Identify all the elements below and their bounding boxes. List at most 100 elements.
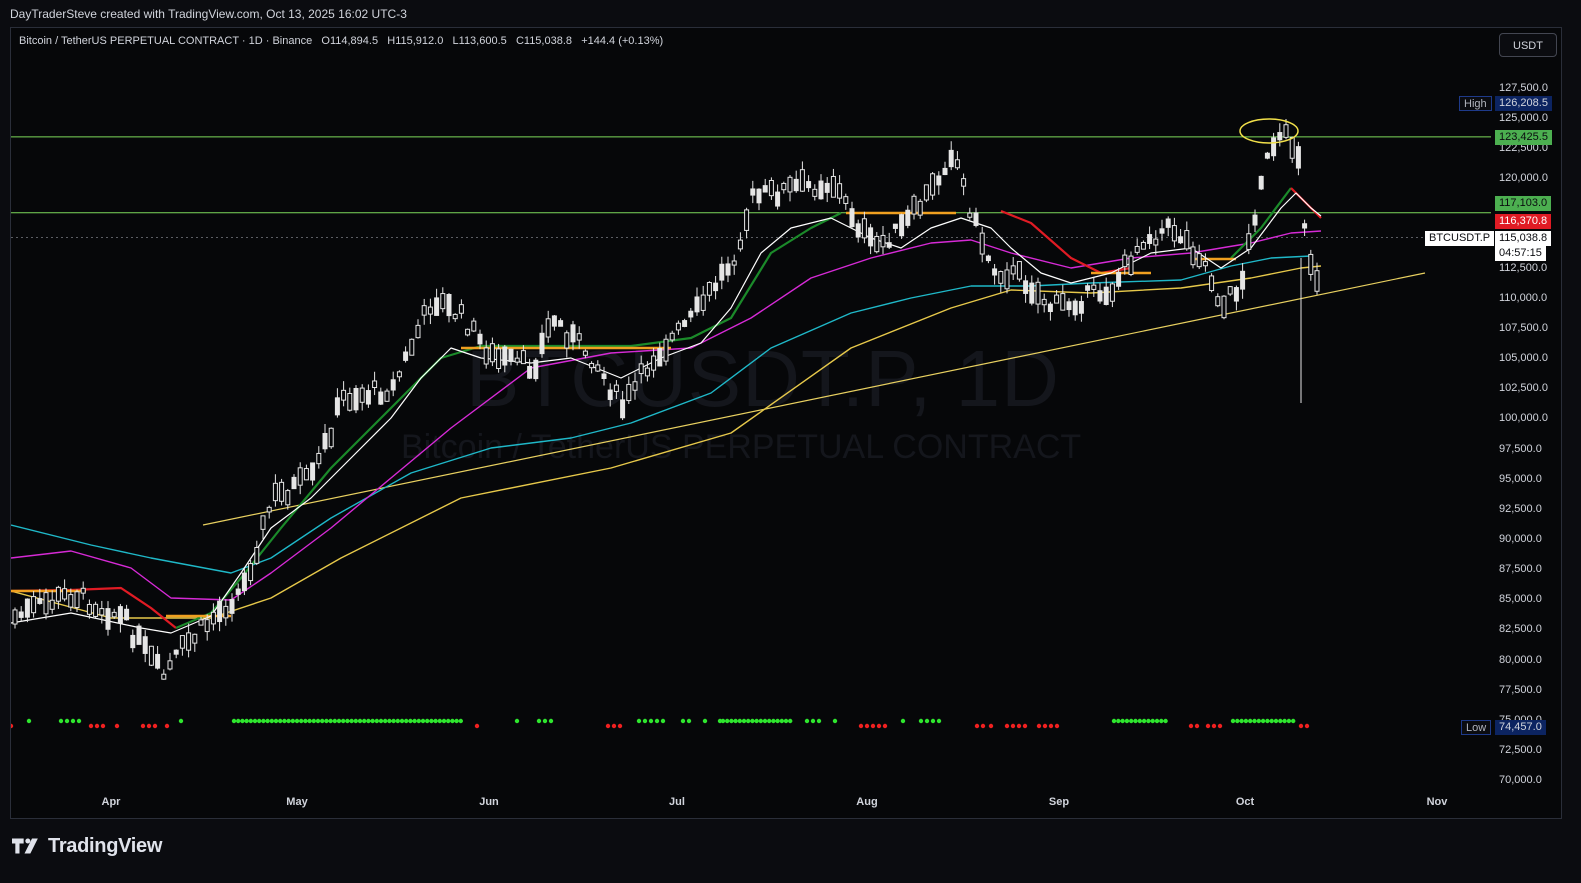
candle-body: [830, 175, 836, 198]
signal-dot-green: [290, 718, 295, 724]
legend-low-value: 113,600.5: [458, 35, 507, 47]
candle-body: [328, 427, 334, 448]
candle-body: [1308, 253, 1314, 275]
signal-dot-green: [1141, 718, 1147, 724]
signal-dot-green: [244, 718, 249, 724]
price-plot[interactable]: [11, 28, 1561, 818]
signal-dot-red: [100, 723, 106, 729]
signal-dot-red: [1022, 723, 1028, 729]
candle-body: [1047, 303, 1053, 313]
signal-dot-green: [788, 718, 793, 724]
signal-dot-red: [1042, 723, 1048, 729]
signal-dot-red: [114, 723, 120, 729]
signal-dot-red: [1298, 723, 1304, 729]
candle-body: [1314, 270, 1320, 292]
legend-symbol[interactable]: Bitcoin / TetherUS PERPETUAL CONTRACT · …: [19, 35, 312, 47]
signal-dot-green: [924, 718, 930, 724]
time-tick: Apr: [101, 796, 121, 808]
candle-body: [1153, 238, 1159, 246]
legend-close-value: 115,038.8: [523, 35, 573, 47]
candle-body: [452, 313, 458, 320]
candle-body: [1122, 254, 1128, 268]
candle-body: [1078, 301, 1084, 314]
candle-body: [1289, 137, 1295, 159]
candle-body: [923, 184, 929, 201]
candle-body: [130, 634, 136, 649]
candle-body: [706, 282, 712, 296]
candle-body: [427, 306, 433, 315]
signal-dot-red: [611, 723, 617, 729]
candle-body: [477, 333, 483, 345]
signal-dot-red: [146, 723, 152, 729]
signal-dot-green: [269, 718, 274, 724]
signal-dot-green: [900, 718, 906, 724]
candle-body: [954, 159, 960, 169]
candle-body: [93, 603, 99, 617]
signal-dot-red: [870, 723, 876, 729]
candle-body: [409, 338, 415, 356]
candle-body: [688, 310, 694, 318]
signal-dot-green: [278, 718, 283, 724]
signal-dot-green: [437, 718, 442, 724]
candle-body: [868, 227, 874, 247]
signal-dot-green: [750, 718, 755, 724]
symbol-legend[interactable]: Bitcoin / TetherUS PERPETUAL CONTRACT · …: [19, 35, 663, 47]
candle-body: [372, 380, 378, 389]
candle-body: [781, 182, 787, 191]
candle-body: [812, 188, 818, 197]
candle-body: [1097, 290, 1103, 302]
signal-dot-green: [328, 718, 333, 724]
candle-body: [1246, 233, 1252, 250]
currency-button[interactable]: USDT: [1499, 33, 1557, 57]
signal-dot-green: [1116, 718, 1121, 724]
tradingview-logo[interactable]: TradingView: [12, 834, 162, 858]
candle-body: [911, 195, 917, 215]
price-tick: 120,000.0: [1499, 172, 1548, 184]
signal-dot-green: [1282, 718, 1287, 724]
signal-dot-green: [178, 718, 184, 724]
candle-body: [520, 350, 526, 365]
signal-dot-green: [1273, 718, 1279, 724]
candle-body: [117, 606, 123, 624]
signal-dot-green: [345, 718, 350, 724]
price-tick: 97,500.0: [1499, 443, 1542, 455]
candle-body: [589, 362, 595, 369]
candle-body: [657, 348, 663, 367]
candle-body: [874, 235, 880, 253]
candle-body: [167, 660, 173, 670]
signal-dot-red: [1048, 723, 1054, 729]
signal-dot-green: [320, 718, 325, 724]
candle-body: [799, 169, 805, 192]
candle-body: [1240, 270, 1246, 290]
candle-body: [613, 384, 619, 392]
signal-dot-green: [758, 718, 763, 724]
signal-dot-green: [412, 718, 417, 724]
signal-dot-red: [1010, 723, 1016, 729]
candle-body: [1060, 293, 1066, 311]
signal-dot-red: [858, 723, 864, 729]
candle-body: [1023, 280, 1029, 294]
signal-dot-green: [395, 718, 400, 724]
ma-trend-up-2: [1230, 187, 1292, 259]
signal-dot-green: [425, 718, 430, 724]
candle-body: [136, 625, 142, 645]
signal-dot-green: [248, 718, 253, 724]
signal-dot-green: [378, 718, 384, 724]
candle-body: [186, 632, 192, 651]
candle-body: [1054, 294, 1060, 304]
candle-body: [241, 572, 247, 592]
signal-dot-red: [1188, 723, 1194, 729]
signal-dot-green: [336, 718, 342, 724]
candle-body: [204, 619, 210, 633]
chart-area[interactable]: BTCUSDT.P, 1D Bitcoin / TetherUS PERPETU…: [10, 27, 1562, 819]
page: DayTraderSteve created with TradingView.…: [0, 0, 1581, 883]
candle-body: [285, 490, 291, 506]
candle-body: [1215, 296, 1221, 307]
candle-body: [576, 333, 582, 341]
signal-dot-green: [240, 718, 245, 724]
signal-dot-green: [1239, 718, 1244, 724]
signal-dot-green: [408, 718, 413, 724]
candle-body: [235, 588, 241, 595]
time-axis[interactable]: Apr May Jun Jul Aug Sep Oct Nov: [11, 793, 1561, 813]
signal-dot-green: [282, 718, 287, 724]
